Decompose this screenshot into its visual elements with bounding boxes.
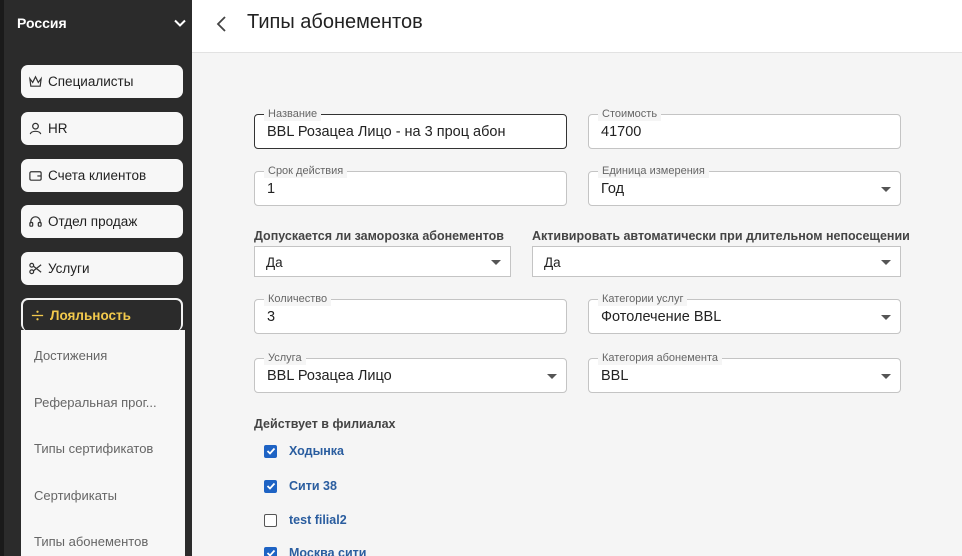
dropdown-arrow-icon [881, 374, 891, 379]
submenu-item-certificates[interactable]: Сертификаты [34, 488, 117, 503]
headset-icon [27, 214, 43, 230]
sidebar-item-sales[interactable]: Отдел продаж [21, 205, 183, 238]
quantity-field-label: Количество [264, 292, 332, 306]
submenu-item-achievements[interactable]: Достижения [34, 348, 107, 363]
sidebar-item-label: Счета клиентов [48, 168, 147, 183]
sidebar: Россия Специалисты HR Счета клиентов Отд… [0, 0, 192, 556]
dropdown-arrow-icon [491, 260, 501, 265]
autoactivate-label: Активировать автоматически при длительно… [532, 229, 910, 243]
name-field-label: Название [264, 107, 322, 121]
unit-select-label: Единица измерения [598, 164, 709, 178]
back-arrow-icon[interactable] [214, 14, 230, 34]
freeze-label: Допускается ли заморозка абонементов [254, 229, 504, 243]
branch-label: Москва сити [289, 546, 367, 556]
service-category-select[interactable]: Категории услуг Фотолечение BBL [588, 292, 901, 334]
branch-checkbox-row[interactable]: Москва сити [264, 546, 366, 556]
loyalty-submenu: Достижения Реферальная прог... Типы серт… [21, 330, 185, 556]
sidebar-item-label: Специалисты [48, 74, 134, 89]
crown-icon [27, 74, 43, 90]
branch-checkbox-row[interactable]: test filial2 [264, 513, 347, 527]
submenu-item-subscription-types[interactable]: Типы абонементов [34, 534, 148, 549]
branches-label: Действует в филиалах [254, 417, 396, 431]
page-header: Типы абонементов [192, 0, 962, 53]
dropdown-arrow-icon [881, 187, 891, 192]
subscription-category-value: BBL [601, 368, 629, 384]
service-select-label: Услуга [264, 351, 306, 365]
checkbox-checked[interactable] [264, 546, 277, 556]
submenu-item-certificate-types[interactable]: Типы сертификатов [34, 441, 153, 456]
page-title: Типы абонементов [247, 11, 423, 33]
subscription-category-label: Категория абонемента [598, 351, 722, 365]
region-label: Россия [17, 15, 67, 31]
checkbox-checked[interactable] [264, 479, 277, 493]
checkbox-checked[interactable] [264, 444, 277, 458]
name-field[interactable]: Название BBL Розацеа Лицо - на 3 проц аб… [254, 107, 567, 149]
service-category-value: Фотолечение BBL [601, 309, 722, 325]
price-field-label: Стоимость [598, 107, 662, 121]
divide-icon [29, 308, 45, 324]
autoactivate-select[interactable]: Да [532, 246, 901, 277]
sidebar-item-label: Лояльность [50, 308, 131, 323]
freeze-select[interactable]: Да [254, 246, 511, 277]
unit-select[interactable]: Единица измерения Год [588, 164, 901, 206]
service-select-value: BBL Розацеа Лицо [267, 368, 392, 384]
sidebar-item-loyalty[interactable]: Лояльность [21, 298, 183, 331]
branch-label: Сити 38 [289, 479, 337, 493]
duration-field-value: 1 [267, 181, 276, 197]
branch-label: test filial2 [289, 513, 347, 527]
checkbox-unchecked[interactable] [264, 513, 277, 527]
sidebar-item-label: Отдел продаж [48, 214, 138, 229]
branch-label: Ходынка [289, 444, 345, 458]
dropdown-arrow-icon [547, 374, 557, 379]
sidebar-item-hr[interactable]: HR [21, 112, 183, 145]
service-select[interactable]: Услуга BBL Розацеа Лицо [254, 351, 567, 393]
quantity-field[interactable]: Количество 3 [254, 292, 567, 334]
sidebar-item-services[interactable]: Услуги [21, 252, 183, 285]
quantity-field-value: 3 [267, 309, 276, 325]
dropdown-arrow-icon [881, 315, 891, 320]
duration-field-label: Срок действия [264, 164, 348, 178]
branch-checkbox-row[interactable]: Сити 38 [264, 479, 337, 493]
user-icon [27, 121, 43, 137]
branch-checkbox-row[interactable]: Ходынка [264, 444, 344, 458]
price-field-value: 41700 [601, 124, 642, 140]
price-field[interactable]: Стоимость 41700 [588, 107, 901, 149]
sidebar-item-label: Услуги [48, 261, 90, 276]
sidebar-item-client-accounts[interactable]: Счета клиентов [21, 159, 183, 192]
service-category-label: Категории услуг [598, 292, 688, 306]
subscription-category-select[interactable]: Категория абонемента BBL [588, 351, 901, 393]
submenu-item-referral[interactable]: Реферальная прог... [34, 395, 157, 410]
unit-select-value: Год [601, 181, 625, 197]
dropdown-arrow-icon [881, 260, 891, 265]
name-field-value: BBL Розацеа Лицо - на 3 проц абон [267, 124, 506, 140]
autoactivate-select-value: Да [544, 255, 561, 270]
sidebar-item-label: HR [48, 121, 68, 136]
chevron-down-icon [174, 19, 186, 27]
freeze-select-value: Да [266, 255, 283, 270]
scissors-icon [27, 261, 43, 277]
wallet-icon [27, 168, 43, 184]
duration-field[interactable]: Срок действия 1 [254, 164, 567, 206]
region-selector[interactable]: Россия [17, 10, 187, 36]
sidebar-item-specialists[interactable]: Специалисты [21, 65, 183, 98]
